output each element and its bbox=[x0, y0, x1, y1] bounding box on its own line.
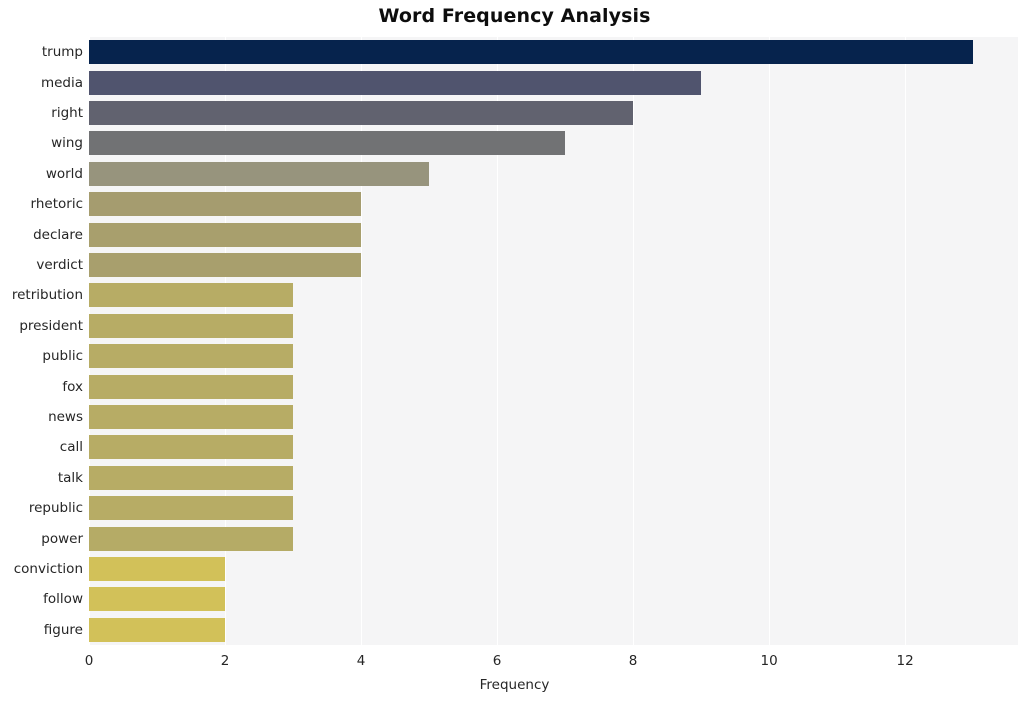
y-tick-label-retribution: retribution bbox=[11, 287, 83, 304]
bar-row bbox=[89, 496, 1018, 521]
bar-row bbox=[89, 526, 1018, 551]
bar-row bbox=[89, 344, 1018, 369]
bar-row bbox=[89, 222, 1018, 247]
bar-row bbox=[89, 253, 1018, 277]
x-axis-title: Frequency bbox=[479, 677, 550, 693]
x-tick-label-0: 0 bbox=[84, 653, 94, 669]
gridline-x-8 bbox=[633, 37, 635, 645]
bar-public bbox=[89, 344, 294, 369]
gridline-x-0 bbox=[89, 37, 91, 645]
bar-row bbox=[89, 405, 1018, 429]
bar-row bbox=[89, 131, 1018, 156]
bar-row bbox=[89, 192, 1018, 217]
y-tick-label-world: world bbox=[45, 165, 83, 182]
x-tick-label-12: 12 bbox=[896, 653, 914, 669]
chart-title: Word Frequency Analysis bbox=[378, 5, 651, 27]
x-tick-label-4: 4 bbox=[356, 653, 366, 669]
bar-row bbox=[89, 161, 1018, 186]
gridline-x-12 bbox=[905, 37, 907, 645]
bar-row bbox=[89, 587, 1018, 612]
bar-rhetoric bbox=[89, 192, 362, 217]
gridline-x-2 bbox=[225, 37, 227, 645]
y-tick-label-verdict: verdict bbox=[36, 257, 83, 273]
bar-media bbox=[89, 70, 702, 95]
y-tick-label-follow: follow bbox=[43, 591, 83, 608]
bar-row bbox=[89, 40, 1018, 65]
bar-declare bbox=[89, 222, 362, 247]
y-tick-label-declare: declare bbox=[33, 226, 83, 243]
bar-wing bbox=[89, 131, 566, 156]
bar-trump bbox=[89, 40, 974, 65]
bar-retribution bbox=[89, 283, 294, 308]
bar-world bbox=[89, 161, 430, 186]
bar-conviction bbox=[89, 557, 226, 581]
y-tick-label-president: president bbox=[19, 317, 83, 334]
gridline-x-6 bbox=[497, 37, 499, 645]
y-tick-label-wing: wing bbox=[51, 135, 83, 152]
bar-row bbox=[89, 617, 1018, 642]
bar-row bbox=[89, 557, 1018, 581]
bar-row bbox=[89, 101, 1018, 125]
plot-area bbox=[89, 37, 1018, 645]
y-tick-label-media: media bbox=[40, 74, 83, 91]
bar-power bbox=[89, 526, 294, 551]
x-tick-label-10: 10 bbox=[760, 653, 778, 669]
y-tick-label-fox: fox bbox=[62, 378, 83, 395]
y-tick-label-trump: trump bbox=[41, 44, 83, 61]
bar-row bbox=[89, 313, 1018, 338]
y-axis: trump media right wing world rhetoric declare v… bbox=[0, 37, 83, 645]
y-tick-label-public: public bbox=[42, 348, 83, 365]
x-tick-label-6: 6 bbox=[492, 653, 502, 669]
gridline-x-4 bbox=[361, 37, 363, 645]
gridline-x-10 bbox=[769, 37, 771, 645]
bar-row bbox=[89, 70, 1018, 95]
word-frequency-bar-chart: Word Frequency Analysis trump media right w… bbox=[0, 0, 1029, 701]
bar-talk bbox=[89, 465, 294, 490]
bar-fox bbox=[89, 374, 294, 399]
y-tick-label-republic: republic bbox=[28, 500, 83, 517]
bar-figure bbox=[89, 617, 226, 642]
bar-call bbox=[89, 435, 294, 460]
y-tick-label-right: right bbox=[51, 105, 83, 121]
bar-row bbox=[89, 374, 1018, 399]
bar-president bbox=[89, 313, 294, 338]
bar-right bbox=[89, 101, 634, 125]
bar-verdict bbox=[89, 253, 362, 277]
y-tick-label-rhetoric: rhetoric bbox=[30, 196, 83, 213]
y-tick-label-talk: talk bbox=[57, 469, 83, 486]
bar-row bbox=[89, 465, 1018, 490]
y-tick-label-call: call bbox=[59, 439, 83, 456]
y-tick-label-news: news bbox=[48, 409, 83, 425]
bar-republic bbox=[89, 496, 294, 521]
bar-row bbox=[89, 283, 1018, 308]
bar-follow bbox=[89, 587, 226, 612]
bar-row bbox=[89, 435, 1018, 460]
bar-news bbox=[89, 405, 294, 429]
y-tick-label-figure: figure bbox=[43, 621, 83, 638]
y-tick-label-conviction: conviction bbox=[13, 561, 83, 577]
y-tick-label-power: power bbox=[41, 530, 83, 547]
x-tick-label-8: 8 bbox=[628, 653, 638, 669]
x-axis: Frequency 0 2 4 6 8 10 12 bbox=[0, 645, 1029, 701]
x-tick-label-2: 2 bbox=[220, 653, 230, 669]
